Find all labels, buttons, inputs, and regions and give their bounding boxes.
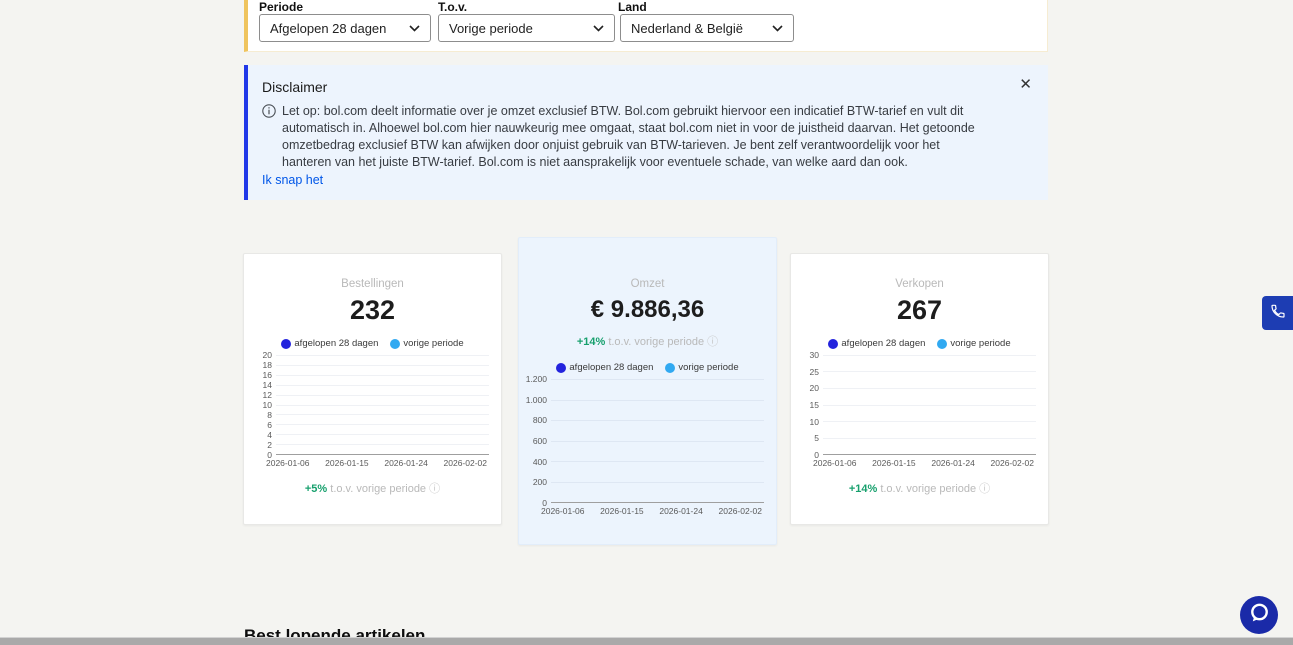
legend-item-current: afgelopen 28 dagen: [281, 338, 378, 349]
legend-item-previous: vorige periode: [665, 362, 738, 373]
delta-value: +14%: [577, 336, 605, 348]
x-axis: 2026-01-062026-01-152026-01-242026-02-02: [266, 458, 487, 468]
info-icon[interactable]: ⓘ: [979, 483, 990, 495]
verkopen-card[interactable]: Verkopen 267 afgelopen 28 dagen vorige p…: [790, 253, 1049, 525]
legend-label: afgelopen 28 dagen: [569, 362, 653, 373]
legend-label: afgelopen 28 dagen: [294, 338, 378, 349]
y-axis: 1.2001.0008006004002000: [525, 379, 551, 503]
card-value: € 9.886,36: [519, 296, 776, 324]
legend-dot-light-icon: [665, 363, 675, 373]
legend-item-previous: vorige periode: [937, 338, 1010, 349]
close-icon[interactable]: ✕: [1019, 77, 1032, 92]
periode-select-value: Afgelopen 28 dagen: [270, 21, 386, 36]
legend-dot-dark-icon: [281, 339, 291, 349]
verkopen-chart: 302520151050 2026-01-062026-01-152026-01…: [797, 355, 1036, 468]
dashboard-page: Periode T.o.v. Land Afgelopen 28 dagen V…: [0, 0, 1293, 645]
delta-suffix: t.o.v. vorige periode: [605, 336, 707, 348]
y-axis: 20181614121086420: [250, 355, 276, 455]
delta-suffix: t.o.v. vorige periode: [327, 483, 429, 495]
card-title: Verkopen: [791, 278, 1048, 290]
delta-indicator: +5% t.o.v. vorige periode ⓘ: [244, 480, 501, 496]
chevron-down-icon: [409, 25, 420, 32]
chevron-down-icon: [772, 25, 783, 32]
land-select[interactable]: Nederland & België: [620, 14, 794, 42]
legend-label: vorige periode: [678, 362, 738, 373]
periode-label: Periode: [259, 0, 303, 14]
legend-dot-dark-icon: [828, 339, 838, 349]
land-select-value: Nederland & België: [631, 21, 743, 36]
bestellingen-chart: 20181614121086420 2026-01-062026-01-1520…: [250, 355, 489, 468]
phone-icon: [1270, 303, 1286, 324]
x-axis: 2026-01-062026-01-152026-01-242026-02-02: [813, 458, 1034, 468]
omzet-card[interactable]: Omzet € 9.886,36 +14% t.o.v. vorige peri…: [518, 237, 777, 545]
legend-item-current: afgelopen 28 dagen: [556, 362, 653, 373]
info-icon[interactable]: ⓘ: [707, 336, 718, 348]
bestellingen-card[interactable]: Bestellingen 232 afgelopen 28 dagen vori…: [243, 253, 502, 525]
legend-dot-dark-icon: [556, 363, 566, 373]
legend-item-previous: vorige periode: [390, 338, 463, 349]
chart-legend: afgelopen 28 dagen vorige periode: [244, 338, 501, 349]
legend-label: vorige periode: [403, 338, 463, 349]
legend-label: vorige periode: [950, 338, 1010, 349]
tov-select-value: Vorige periode: [449, 21, 533, 36]
plot-area: [276, 355, 489, 455]
chart-legend: afgelopen 28 dagen vorige periode: [791, 338, 1048, 349]
disclaimer-title: Disclaimer: [262, 79, 327, 95]
legend-item-current: afgelopen 28 dagen: [828, 338, 925, 349]
card-title: Omzet: [519, 278, 776, 290]
plot-area: [551, 379, 764, 503]
disclaimer-banner: Disclaimer ✕ Let op: bol.com deelt infor…: [244, 65, 1048, 200]
y-axis: 302520151050: [797, 355, 823, 455]
info-icon: [262, 104, 276, 123]
filter-panel: Periode T.o.v. Land Afgelopen 28 dagen V…: [244, 0, 1048, 52]
delta-suffix: t.o.v. vorige periode: [877, 483, 979, 495]
info-icon[interactable]: ⓘ: [429, 483, 440, 495]
chat-bubble-icon: [1247, 601, 1271, 630]
periode-select[interactable]: Afgelopen 28 dagen: [259, 14, 431, 42]
chart-legend: afgelopen 28 dagen vorige periode: [519, 362, 776, 373]
legend-dot-light-icon: [390, 339, 400, 349]
legend-label: afgelopen 28 dagen: [841, 338, 925, 349]
card-title: Bestellingen: [244, 278, 501, 290]
card-value: 232: [244, 295, 501, 326]
card-value: 267: [791, 295, 1048, 326]
omzet-chart: 1.2001.0008006004002000 2026-01-062026-0…: [525, 379, 764, 516]
chevron-down-icon: [593, 25, 604, 32]
delta-indicator: +14% t.o.v. vorige periode ⓘ: [791, 480, 1048, 496]
delta-value: +5%: [305, 483, 327, 495]
land-label: Land: [618, 0, 647, 14]
chat-button[interactable]: [1240, 596, 1278, 634]
disclaimer-acknowledge-link[interactable]: Ik snap het: [262, 173, 323, 187]
delta-indicator: +14% t.o.v. vorige periode ⓘ: [519, 333, 776, 349]
tov-select[interactable]: Vorige periode: [438, 14, 615, 42]
disclaimer-text: Let op: bol.com deelt informatie over je…: [282, 103, 992, 171]
legend-dot-light-icon: [937, 339, 947, 349]
taskbar-edge: [0, 637, 1293, 645]
x-axis: 2026-01-062026-01-152026-01-242026-02-02: [541, 506, 762, 516]
phone-contact-button[interactable]: [1262, 296, 1293, 330]
tov-label: T.o.v.: [438, 0, 467, 14]
delta-value: +14%: [849, 483, 877, 495]
plot-area: [823, 355, 1036, 455]
